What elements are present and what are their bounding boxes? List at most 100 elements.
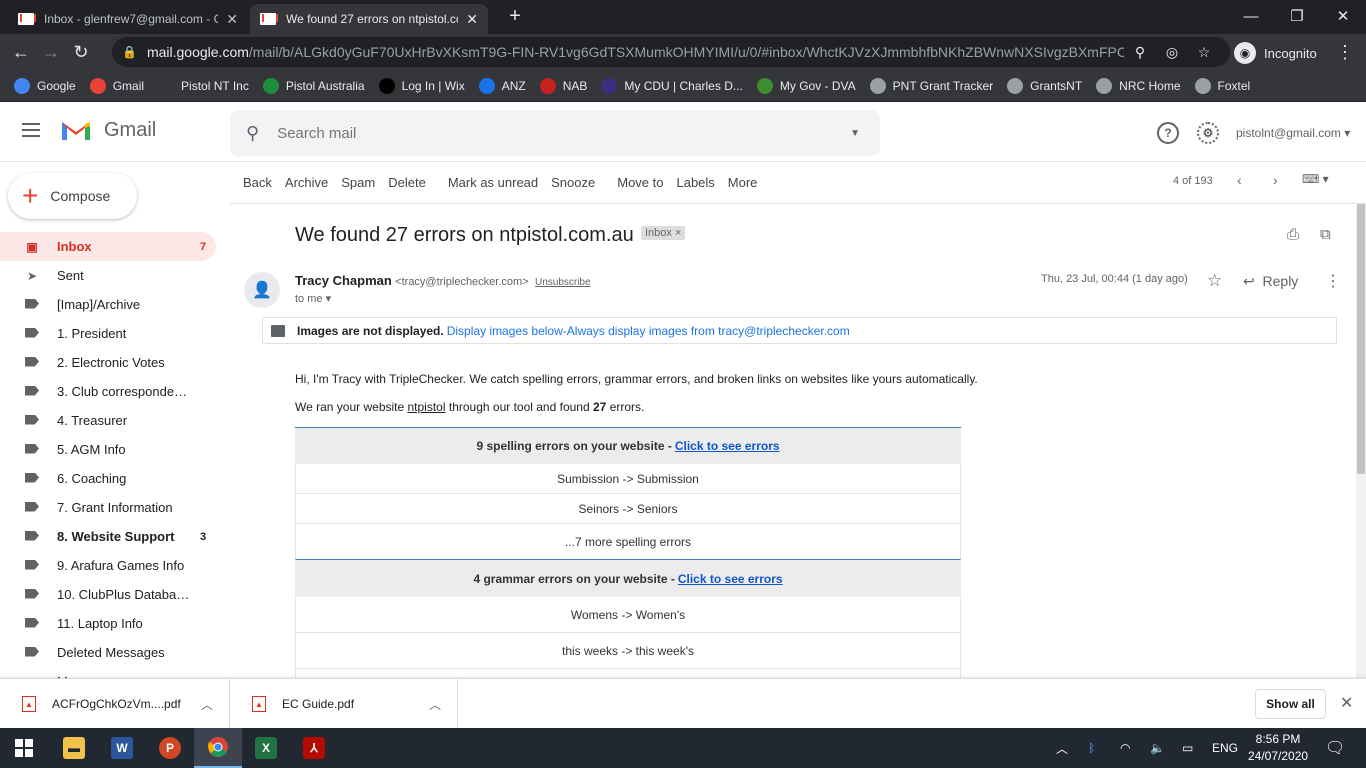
sidebar-item[interactable]: 7. Grant Information xyxy=(0,493,216,522)
inbox-label-chip[interactable]: Inbox × xyxy=(641,226,686,240)
more-options-icon[interactable]: ⋮ xyxy=(1325,271,1341,291)
download-item[interactable]: ▲ ACFrOgChkOzVm....pdf ︿ xyxy=(0,679,230,729)
sidebar-item[interactable]: ➤ Sent xyxy=(0,261,216,290)
grammar-errors-link[interactable]: Click to see errors xyxy=(678,572,783,586)
scrollbar-thumb[interactable] xyxy=(1357,204,1365,474)
sidebar-item[interactable]: 4. Treasurer xyxy=(0,406,216,435)
bookmark-item[interactable]: Gmail xyxy=(89,77,144,94)
bookmark-item[interactable]: NRC Home xyxy=(1096,77,1181,94)
sidebar-item[interactable]: 3. Club correspondence xyxy=(0,377,216,406)
action-more-button[interactable]: More xyxy=(728,175,758,190)
wifi-icon[interactable]: ◠ xyxy=(1120,728,1130,768)
language-indicator[interactable]: ENG xyxy=(1212,728,1238,768)
bookmark-item[interactable]: My CDU | Charles D... xyxy=(601,77,743,94)
back-arrow-icon[interactable]: ← xyxy=(6,37,36,67)
file-explorer-icon[interactable]: ▬ xyxy=(50,728,98,768)
address-bar[interactable]: 🔒 mail.google.com/mail/b/ALGkd0yGuF70UxH… xyxy=(112,37,1230,67)
print-icon[interactable]: ⎙ xyxy=(1287,226,1299,243)
close-window-button[interactable]: ✕ xyxy=(1320,0,1366,32)
restore-window-button[interactable]: ❐ xyxy=(1274,0,1320,32)
bookmark-item[interactable]: Pistol NT Inc xyxy=(158,77,249,94)
spelling-errors-link[interactable]: Click to see errors xyxy=(675,439,780,453)
recipient-details[interactable]: to me ▾ xyxy=(295,292,331,305)
eye-off-icon[interactable]: ◎ xyxy=(1156,44,1188,61)
sidebar-item[interactable]: 6. Coaching xyxy=(0,464,216,493)
bookmark-item[interactable]: Foxtel xyxy=(1194,77,1250,94)
newer-chevron-icon[interactable]: ‹ xyxy=(1237,172,1242,188)
action-back-button[interactable]: Back xyxy=(243,175,272,190)
unsubscribe-link[interactable]: Unsubscribe xyxy=(535,277,591,288)
remove-label-icon[interactable]: × xyxy=(675,227,681,239)
browser-menu-icon[interactable]: ⋮ xyxy=(1330,37,1360,67)
site-link[interactable]: ntpistol xyxy=(408,400,446,414)
sidebar-item[interactable]: ▣ Inbox 7 xyxy=(0,232,216,261)
sidebar-item[interactable]: ⌄More xyxy=(0,667,216,678)
minimize-window-button[interactable]: — xyxy=(1228,0,1274,32)
powerpoint-icon[interactable]: P xyxy=(146,728,194,768)
reload-icon[interactable]: ↻ xyxy=(66,37,96,67)
incognito-indicator[interactable]: ◉ Incognito xyxy=(1234,42,1317,64)
chevron-up-icon[interactable]: ︿ xyxy=(429,696,441,713)
search-options-dropdown-icon[interactable]: ▼ xyxy=(850,128,860,139)
search-input[interactable] xyxy=(277,124,851,142)
browser-tab-active[interactable]: We found 27 errors on ntpistol.co ✕ xyxy=(250,4,488,34)
bookmark-item[interactable]: GrantsNT xyxy=(1007,77,1082,94)
excel-icon[interactable]: X xyxy=(242,728,290,768)
scrollbar[interactable] xyxy=(1356,204,1366,678)
older-chevron-icon[interactable]: › xyxy=(1273,172,1278,188)
windows-start-icon[interactable] xyxy=(0,728,48,768)
search-icon[interactable]: ⚲ xyxy=(1124,44,1156,61)
bookmark-item[interactable]: Pistol Australia xyxy=(262,77,365,94)
new-tab-button[interactable]: + xyxy=(492,0,538,32)
action-move-to-button[interactable]: Move to xyxy=(617,175,663,190)
account-switcher[interactable]: pistolnt@gmail.com ▾ xyxy=(1236,126,1350,140)
word-icon[interactable]: W xyxy=(98,728,146,768)
sidebar-item[interactable]: 8. Website Support 3 xyxy=(0,522,216,551)
sidebar-item[interactable]: 1. President xyxy=(0,319,216,348)
close-tab-icon[interactable]: ✕ xyxy=(226,11,238,28)
sidebar-item[interactable]: 9. Arafura Games Info xyxy=(0,551,216,580)
sidebar-item[interactable]: [Imap]/Archive xyxy=(0,290,216,319)
always-display-images-link[interactable]: Always display images from tracy@triplec… xyxy=(567,324,850,338)
main-menu-icon[interactable] xyxy=(22,123,40,137)
settings-gear-icon[interactable]: ⚙ xyxy=(1197,122,1219,144)
action-snooze-button[interactable]: Snooze xyxy=(551,175,595,190)
bluetooth-icon[interactable]: ᛒ xyxy=(1088,728,1095,768)
bookmark-item[interactable]: Google xyxy=(14,77,76,94)
show-all-downloads-button[interactable]: Show all xyxy=(1255,689,1326,719)
star-icon[interactable]: ☆ xyxy=(1207,271,1222,291)
notifications-icon[interactable]: 🗨 xyxy=(1325,728,1345,768)
sidebar-item[interactable]: Deleted Messages xyxy=(0,638,216,667)
action-delete-button[interactable]: Delete xyxy=(388,175,426,190)
search-icon[interactable]: ⚲ xyxy=(246,123,259,144)
compose-button[interactable]: + Compose xyxy=(8,173,137,219)
input-tools-keyboard-icon[interactable]: ⌨ ▾ xyxy=(1302,172,1329,186)
forward-arrow-icon[interactable]: → xyxy=(36,37,66,67)
close-downloads-icon[interactable]: ✕ xyxy=(1340,693,1353,713)
sidebar-item[interactable]: 11. Laptop Info xyxy=(0,609,216,638)
bookmark-item[interactable]: ANZ xyxy=(478,77,526,94)
browser-tab-inbox[interactable]: Inbox - glenfrew7@gmail.com - G ✕ xyxy=(8,4,248,34)
bookmark-item[interactable]: Log In | Wix xyxy=(378,77,465,94)
acrobat-icon[interactable]: ⅄ xyxy=(290,728,338,768)
chrome-icon[interactable] xyxy=(194,728,242,768)
action-spam-button[interactable]: Spam xyxy=(341,175,375,190)
open-new-window-icon[interactable]: ⧉ xyxy=(1320,226,1331,243)
help-icon[interactable]: ? xyxy=(1157,122,1179,144)
sender-name[interactable]: Tracy Chapman xyxy=(295,273,392,288)
taskbar-clock[interactable]: 8:56 PM 24/07/2020 xyxy=(1248,731,1308,765)
reply-button[interactable]: ↩ Reply xyxy=(1243,273,1298,290)
show-hidden-icons-chevron-icon[interactable]: ︿ xyxy=(1056,728,1068,768)
chevron-up-icon[interactable]: ︿ xyxy=(201,696,213,713)
bookmark-star-icon[interactable]: ☆ xyxy=(1188,44,1220,61)
display-images-link[interactable]: Display images below xyxy=(447,324,563,338)
bookmark-item[interactable]: PNT Grant Tracker xyxy=(869,77,993,94)
battery-icon[interactable]: ▭ xyxy=(1182,728,1193,768)
gmail-logo[interactable]: Gmail xyxy=(60,118,156,142)
download-item[interactable]: ▲ EC Guide.pdf ︿ xyxy=(230,679,458,729)
action-mark-as-unread-button[interactable]: Mark as unread xyxy=(448,175,538,190)
sidebar-item[interactable]: 2. Electronic Votes xyxy=(0,348,216,377)
action-archive-button[interactable]: Archive xyxy=(285,175,328,190)
close-tab-icon[interactable]: ✕ xyxy=(466,11,478,28)
action-labels-button[interactable]: Labels xyxy=(676,175,714,190)
